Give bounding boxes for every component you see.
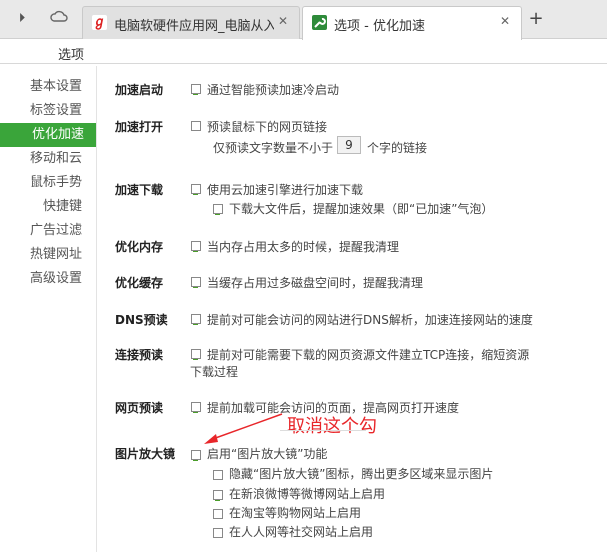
section-label-prefetch: 网页预读 [115, 401, 164, 415]
cache-option: 当缓存占用过多磁盘空间时，提醒我清理 [207, 276, 424, 290]
sidebar-toggle-icon[interactable]: ⏵ [12, 9, 32, 29]
magnifier-checkbox[interactable] [191, 450, 201, 461]
tab-options[interactable]: 选项 - 优化加速 ✕ [302, 6, 522, 40]
site-logo-icon: ℊ [92, 15, 107, 30]
prefetch-links-option: 预读鼠标下的网页链接 [207, 120, 328, 134]
sidebar-item-mobile-cloud[interactable]: 移动和云 [0, 147, 96, 171]
sidebar: 基本设置 标签设置 优化加速 移动和云 鼠标手势 快捷键 广告过滤 热键网址 高… [0, 75, 96, 291]
sidebar-divider [96, 66, 97, 552]
memory-checkbox[interactable] [191, 241, 201, 252]
section-label-preconnect: 连接预读 [115, 348, 164, 362]
section-label-startup: 加速启动 [115, 83, 164, 97]
dns-checkbox[interactable] [191, 314, 201, 325]
startup-option: 通过智能预读加速冷启动 [207, 83, 340, 97]
sidebar-item-basic[interactable]: 基本设置 [0, 75, 96, 99]
tab-title: 选项 - 优化加速 [334, 19, 425, 34]
dns-option: 提前对可能会访问的网站进行DNS解析，加速连接网站的速度 [207, 313, 533, 327]
magnifier-weibo-checkbox[interactable] [213, 490, 223, 501]
wrench-icon [312, 15, 327, 30]
magnifier-weibo-option: 在新浪微博等微博网站上启用 [229, 487, 386, 501]
magnifier-option: 启用“图片放大镜”功能 [207, 447, 328, 461]
options-header: 选项 [0, 40, 607, 64]
download-notify-checkbox[interactable] [213, 204, 223, 215]
new-tab-icon[interactable]: + [525, 10, 547, 30]
cloud-download-checkbox[interactable] [191, 184, 201, 195]
startup-checkbox[interactable] [191, 84, 201, 95]
sidebar-item-advanced[interactable]: 高级设置 [0, 267, 96, 291]
page-title: 选项 [58, 48, 85, 63]
sidebar-item-mouse-gesture[interactable]: 鼠标手势 [0, 171, 96, 195]
close-icon[interactable]: ✕ [498, 13, 512, 29]
sidebar-item-hot-urls[interactable]: 热键网址 [0, 243, 96, 267]
cloud-icon[interactable] [49, 9, 69, 29]
tab-title: 电脑软硬件应用网_电脑从入门 [114, 19, 274, 34]
memory-option: 当内存占用太多的时候，提醒我清理 [207, 240, 400, 254]
preconnect-option-cont: 下载过程 [190, 365, 239, 379]
preconnect-checkbox[interactable] [191, 349, 201, 360]
cloud-download-option: 使用云加速引擎进行加速下载 [207, 183, 364, 197]
title-bar: ⏵ ℊ 电脑软硬件应用网_电脑从入门 ✕ 选项 - 优化加速 ✕ + [0, 0, 607, 40]
magnifier-hide-icon-checkbox[interactable] [213, 470, 223, 480]
magnifier-social-option: 在人人网等社交网站上启用 [229, 525, 374, 539]
preconnect-option: 提前对可能需要下载的网页资源文件建立TCP连接，缩短资源 [207, 348, 530, 362]
magnifier-shopping-option: 在淘宝等购物网站上启用 [229, 506, 362, 520]
sidebar-item-tabs[interactable]: 标签设置 [0, 99, 96, 123]
prefetch-links-checkbox[interactable] [191, 121, 201, 131]
magnifier-hide-icon-option: 隐藏“图片放大镜”图标，腾出更多区域来显示图片 [229, 467, 494, 481]
section-label-dns: DNS预读 [115, 313, 168, 327]
section-label-open: 加速打开 [115, 120, 164, 134]
section-label-memory: 优化内存 [115, 240, 164, 254]
close-icon[interactable]: ✕ [276, 13, 290, 29]
sidebar-item-optimize[interactable]: 优化加速 [0, 123, 96, 147]
sidebar-item-ad-filter[interactable]: 广告过滤 [0, 219, 96, 243]
annotation-divider [280, 430, 366, 431]
magnifier-social-checkbox[interactable] [213, 528, 223, 538]
min-chars-prefix: 仅预读文字数量不小于 [213, 141, 334, 155]
min-chars-suffix: 个字的链接 [367, 141, 428, 155]
section-label-cache: 优化缓存 [115, 276, 164, 290]
cache-checkbox[interactable] [191, 277, 201, 288]
section-label-download: 加速下载 [115, 183, 164, 197]
magnifier-shopping-checkbox[interactable] [213, 509, 223, 519]
download-notify-option: 下载大文件后，提醒加速效果（即“已加速”气泡） [229, 202, 494, 216]
annotation-text: 取消这个勾 [287, 416, 377, 437]
tab-site[interactable]: ℊ 电脑软硬件应用网_电脑从入门 ✕ [82, 6, 300, 39]
section-label-magnifier: 图片放大镜 [115, 447, 176, 461]
sidebar-item-shortcuts[interactable]: 快捷键 [0, 195, 96, 219]
min-chars-input[interactable]: 9 [337, 136, 361, 154]
